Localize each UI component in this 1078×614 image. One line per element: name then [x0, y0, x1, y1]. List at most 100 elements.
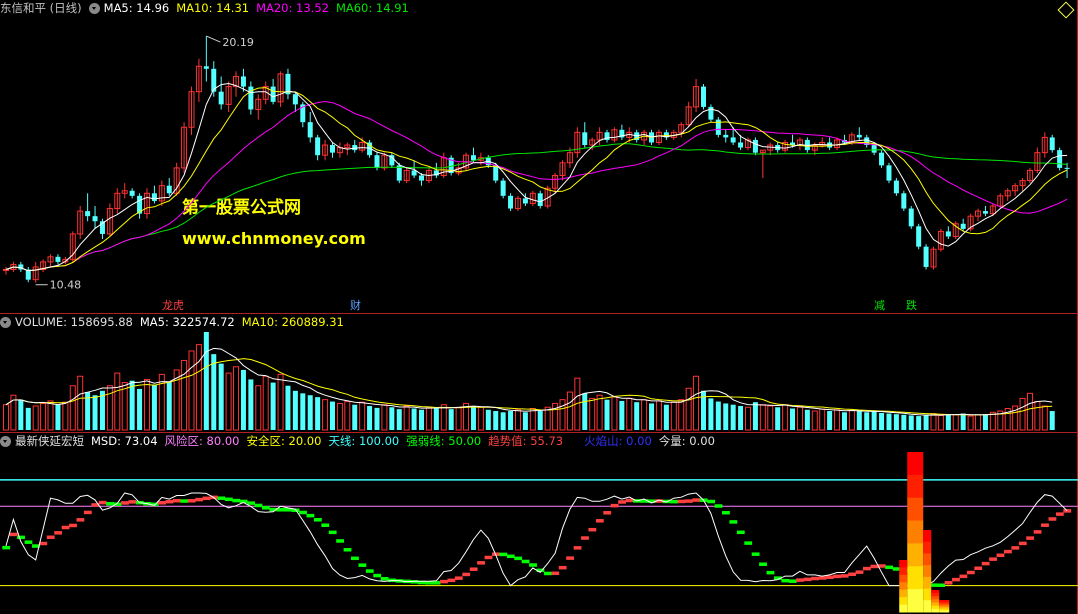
trend-bar — [974, 566, 983, 571]
volume-bar — [389, 407, 395, 430]
volume-bar — [879, 412, 885, 430]
candle-body — [292, 94, 298, 105]
trend-bar — [202, 496, 211, 501]
trend-bar — [98, 500, 107, 505]
trend-bar — [158, 501, 166, 505]
trend-bar — [195, 497, 204, 502]
volume-bar — [952, 414, 959, 431]
volume-bar — [188, 350, 195, 431]
volcano-bar — [907, 520, 924, 544]
volume-bar — [77, 375, 84, 431]
volume-bar — [930, 413, 937, 431]
volume-bar — [596, 394, 603, 431]
trend-bar — [83, 510, 92, 515]
volume-bar — [655, 400, 662, 431]
volume-bar — [745, 406, 751, 431]
trend-bar — [54, 531, 63, 535]
volume-bar — [790, 408, 796, 430]
volume-bar — [433, 408, 439, 430]
volume-bar — [566, 391, 573, 431]
candle-body — [92, 216, 98, 222]
volume-bar — [708, 398, 714, 430]
volume-bar — [315, 397, 321, 430]
candle-body — [522, 198, 528, 204]
volume-bar — [477, 406, 484, 431]
trend-bar — [848, 572, 856, 577]
volume-bar — [982, 414, 988, 430]
volume-bar — [40, 402, 47, 431]
trend-bar — [9, 532, 18, 537]
volume-bar — [715, 401, 721, 430]
candle-body — [982, 211, 988, 214]
volume-bar — [508, 411, 514, 430]
volume-bar — [292, 390, 298, 430]
volume-bar — [544, 406, 551, 431]
volume-bar — [937, 414, 944, 431]
candle-body — [582, 132, 588, 146]
volume-bar — [641, 399, 648, 431]
candle-body — [738, 142, 744, 148]
trend-bar — [328, 530, 337, 535]
trend-bar — [692, 498, 701, 502]
candle-body — [923, 246, 929, 267]
trend-bar — [840, 574, 849, 578]
trend-bar — [751, 552, 760, 556]
trend-bar — [1033, 530, 1042, 534]
volume-bar — [203, 332, 209, 430]
volcano-bar — [931, 602, 940, 607]
volcano-bar — [899, 574, 908, 583]
trend-bar — [2, 545, 11, 550]
volume-bar — [848, 409, 855, 431]
candle-body — [315, 137, 321, 156]
trend-bar — [254, 503, 263, 508]
candle-body — [129, 190, 135, 196]
candle-body — [218, 91, 224, 105]
volume-bar — [871, 411, 877, 430]
volume-bar — [752, 402, 758, 430]
high-price-label: 20.19 — [222, 36, 254, 49]
volume-bar — [841, 412, 847, 430]
volcano-bar — [899, 567, 908, 576]
trend-bar — [966, 570, 975, 575]
volume-bar — [307, 395, 313, 430]
volume-bar — [738, 405, 744, 430]
chart-canvas[interactable]: 20.19 10.48 — [0, 0, 1078, 614]
trend-bar — [432, 581, 441, 585]
volume-bar — [834, 409, 841, 431]
volume-bar — [730, 404, 736, 430]
candle-body — [945, 231, 951, 237]
volume-bar — [767, 405, 774, 431]
trend-bar — [595, 519, 604, 523]
volume-bar — [589, 397, 596, 431]
trend-bar — [373, 573, 382, 578]
trend-bar — [543, 571, 552, 576]
volume-bar — [604, 399, 610, 430]
candle-body — [270, 86, 276, 102]
volume-bar — [233, 366, 240, 431]
volume-bar — [151, 384, 157, 430]
volume-bar — [611, 396, 618, 431]
volume-bar — [211, 354, 217, 430]
volcano-bar — [923, 600, 932, 613]
volume-bar — [856, 411, 862, 430]
trend-bar — [944, 581, 953, 585]
trend-bar — [722, 510, 730, 515]
volume-bar — [975, 414, 982, 431]
volume-bar — [634, 402, 640, 430]
volume-bar — [967, 415, 974, 431]
volume-bar — [25, 407, 31, 430]
trend-bar — [247, 501, 255, 505]
volcano-bar — [907, 452, 924, 476]
volume-bar — [886, 413, 892, 430]
volcano-bar — [931, 593, 940, 597]
volume-bar — [114, 372, 121, 431]
volcano-bar — [899, 560, 908, 568]
volume-bar — [678, 399, 685, 431]
candle-body — [723, 134, 729, 138]
volume-bar — [663, 404, 669, 430]
volume-bar — [775, 407, 781, 430]
trend-bar — [573, 546, 582, 550]
volume-bar — [440, 404, 447, 431]
volcano-bar — [931, 605, 940, 610]
trend-bar — [870, 564, 879, 569]
